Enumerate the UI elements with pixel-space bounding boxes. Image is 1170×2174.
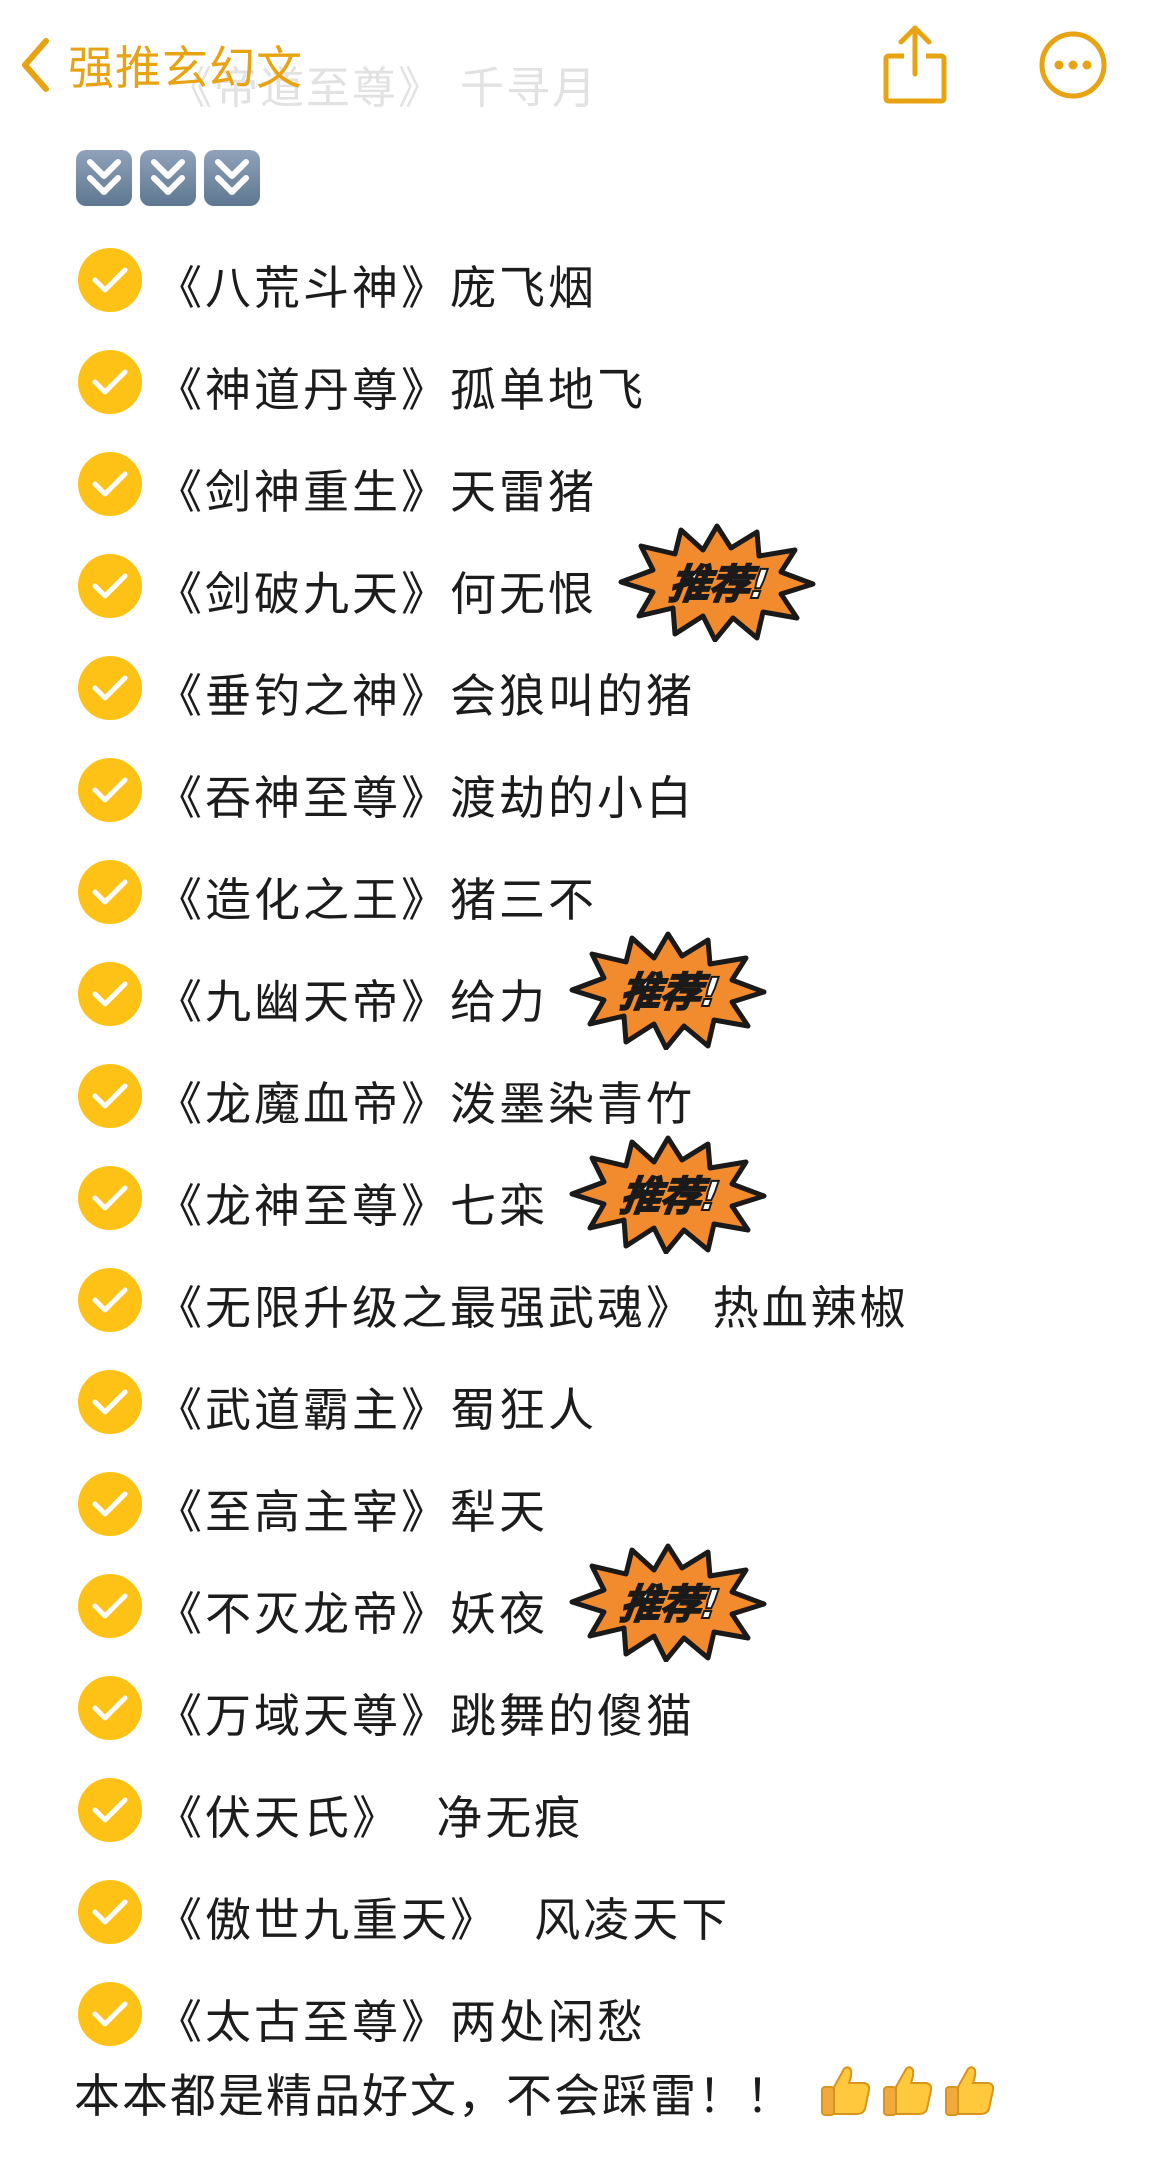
book-row: 《龙神至尊》七栾 推荐! [0,1135,1170,1255]
checkmark-icon [78,962,142,1026]
book-row: 《造化之王》猪三不 [0,840,1170,942]
book-row: 《伏天氏》 净无痕 [0,1758,1170,1860]
thumbs-up-group [818,2063,998,2123]
book-title: 《造化之王》猪三不 [156,873,597,927]
book-row: 《神道丹尊》孤单地飞 [0,330,1170,432]
book-title: 《神道丹尊》孤单地飞 [156,363,646,417]
recommend-badge: 推荐! [568,1134,768,1258]
thumbs-up-icon [818,2063,874,2123]
book-row: 《太古至尊》两处闲愁 [0,1962,1170,2064]
book-title: 《九幽天帝》给力 [156,975,548,1029]
book-title: 《垂钓之神》会狼叫的猪 [156,669,695,723]
down-arrows-row [76,150,260,206]
book-row: 《武道霸主》蜀狂人 [0,1350,1170,1452]
nav-bar: 强推玄幻文 [0,0,1170,130]
book-row: 《剑神重生》天雷猪 [0,432,1170,534]
checkmark-icon [78,1982,142,2046]
recommend-badge: 推荐! [568,1542,768,1666]
book-row: 《无限升级之最强武魂》 热血辣椒 [0,1248,1170,1350]
book-title: 《剑神重生》天雷猪 [156,465,597,519]
book-row: 《九幽天帝》给力 推荐! [0,931,1170,1051]
checkmark-icon [78,1880,142,1944]
checkmark-icon [78,1064,142,1128]
thumbs-up-icon [880,2063,936,2123]
footer-text: 本本都是精品好文，不会踩雷！！ [74,2069,794,2123]
checkmark-icon [78,1676,142,1740]
svg-text:推荐!: 推荐! [618,1174,723,1220]
book-title: 《剑破九天》何无恨 [156,567,597,621]
checkmark-icon [78,1268,142,1332]
checkmark-icon [78,656,142,720]
svg-text:推荐!: 推荐! [618,1582,723,1628]
double-down-arrow-icon [140,150,196,206]
share-button[interactable] [880,22,950,112]
checkmark-icon [78,1778,142,1842]
book-row: 《龙魔血帝》泼墨染青竹 [0,1044,1170,1146]
chevron-left-icon [22,38,49,92]
book-title: 《万域天尊》跳舞的傻猫 [156,1689,695,1743]
footer-note: 本本都是精品好文，不会踩雷！！ [74,2060,998,2126]
svg-text:推荐!: 推荐! [667,562,772,608]
book-title: 《龙魔血帝》泼墨染青竹 [156,1077,695,1131]
more-icon [1039,31,1107,99]
checkmark-icon [78,758,142,822]
book-row: 《吞神至尊》渡劫的小白 [0,738,1170,840]
book-title: 《武道霸主》蜀狂人 [156,1383,597,1437]
book-row: 《傲世九重天》 风凌天下 [0,1860,1170,1962]
thumbs-up-icon [942,2063,998,2123]
recommend-badge: 推荐! [568,930,768,1054]
book-title: 《至高主宰》犁天 [156,1485,548,1539]
book-title: 《龙神至尊》七栾 [156,1179,548,1233]
double-down-arrow-icon [204,150,260,206]
checkmark-icon [78,1574,142,1638]
checkmark-icon [78,248,142,312]
checkmark-icon [78,554,142,618]
double-down-arrow-icon [76,150,132,206]
checkmark-icon [78,1472,142,1536]
more-button[interactable] [1038,30,1108,104]
book-title: 《无限升级之最强武魂》 热血辣椒 [156,1281,909,1335]
book-row: 《不灭龙帝》妖夜 推荐! [0,1543,1170,1663]
book-row: 《剑破九天》何无恨 推荐! [0,523,1170,643]
back-label: 强推玄幻文 [68,41,303,95]
back-button[interactable]: 强推玄幻文 [20,30,303,100]
checkmark-icon [78,452,142,516]
book-title: 《八荒斗神》庞飞烟 [156,261,597,315]
book-row: 《至高主宰》犁天 [0,1452,1170,1554]
book-title: 《不灭龙帝》妖夜 [156,1587,548,1641]
checkmark-icon [78,860,142,924]
checkmark-icon [78,1166,142,1230]
checkmark-icon [78,1370,142,1434]
book-row: 《万域天尊》跳舞的傻猫 [0,1656,1170,1758]
book-title: 《傲世九重天》 风凌天下 [156,1893,731,1947]
share-icon [883,25,947,104]
book-title: 《吞神至尊》渡劫的小白 [156,771,695,825]
recommend-badge: 推荐! [617,522,817,646]
book-title: 《伏天氏》 净无痕 [156,1791,584,1845]
book-row: 《垂钓之神》会狼叫的猪 [0,636,1170,738]
book-row: 《八荒斗神》庞飞烟 [0,228,1170,330]
book-title: 《太古至尊》两处闲愁 [156,1995,646,2049]
checkmark-icon [78,350,142,414]
book-list: 《八荒斗神》庞飞烟 《神道丹尊》孤单地飞 《剑神重生》天雷猪 《剑破九天》何无恨 推荐… [0,228,1170,2064]
svg-text:推荐!: 推荐! [618,970,723,1016]
